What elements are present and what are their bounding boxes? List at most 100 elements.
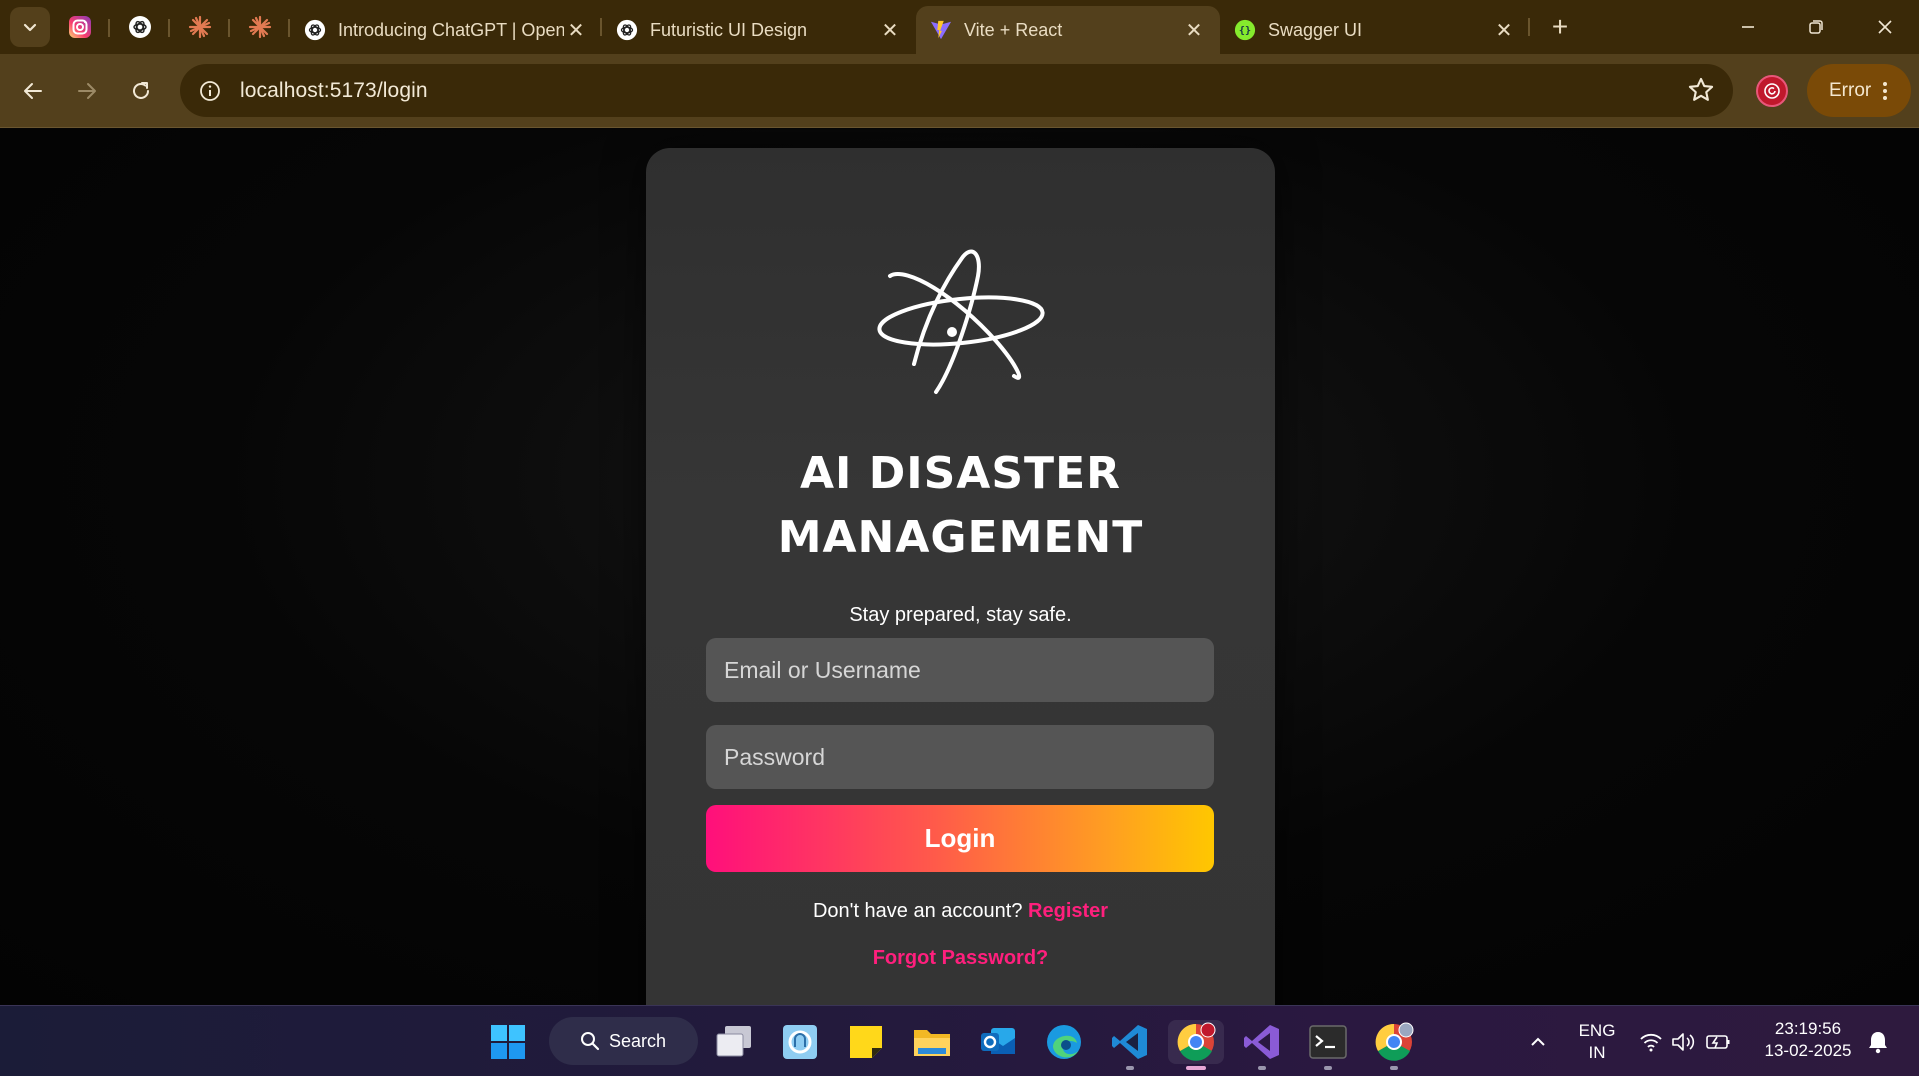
email-input[interactable] [706, 638, 1214, 702]
arrow-left-icon [24, 82, 42, 99]
plus-icon: + [1551, 11, 1569, 42]
openai-icon [616, 19, 638, 41]
minimize-icon [1742, 26, 1754, 28]
claude-icon [248, 15, 272, 39]
close-icon[interactable]: ✕ [1492, 18, 1516, 42]
tab-search-button[interactable] [10, 7, 50, 47]
quick-settings-button[interactable] [1630, 1020, 1740, 1064]
tab-title: Swagger UI [1268, 19, 1363, 40]
login-card: AI DISASTER MANAGEMENT Stay prepared, st… [646, 148, 1275, 1005]
taskbar-outlook[interactable] [976, 1020, 1020, 1064]
taskbar-vscode[interactable] [1108, 1020, 1152, 1070]
openai-icon [304, 19, 326, 41]
taskbar-file-explorer[interactable] [910, 1020, 954, 1064]
pinned-tab-chatgpt[interactable] [110, 7, 170, 47]
close-icon[interactable]: ✕ [564, 18, 588, 42]
taskbar-chrome[interactable] [1168, 1020, 1224, 1070]
tab-futuristic-ui-design[interactable]: Futuristic UI Design ✕ [602, 6, 916, 54]
tab-introducing-chatgpt[interactable]: Introducing ChatGPT | OpenAI ✕ [290, 6, 602, 54]
minimize-button[interactable] [1714, 0, 1782, 54]
taskbar-visual-studio[interactable] [1240, 1020, 1284, 1070]
site-info-button[interactable] [194, 75, 226, 107]
tab-vite-react[interactable]: Vite + React ✕ [916, 6, 1220, 54]
swagger-icon: {} [1234, 19, 1256, 41]
close-window-button[interactable] [1851, 0, 1919, 54]
clock-date: 13-02-2025 [1764, 1041, 1852, 1060]
browser-toolbar: localhost:5173/login Error [0, 54, 1919, 128]
close-icon [1878, 20, 1892, 34]
language-indicator[interactable]: ENG IN [1572, 1020, 1622, 1064]
taskbar-copilot-app[interactable] [778, 1020, 822, 1064]
register-prompt: Don't have an account? Register [646, 900, 1275, 923]
running-indicator [1186, 1066, 1206, 1070]
taskbar-search[interactable]: Search [549, 1017, 698, 1065]
region-code: IN [1588, 1043, 1606, 1062]
running-indicator [1390, 1066, 1398, 1070]
visual-studio-icon [1244, 1025, 1279, 1059]
tab-swagger-ui[interactable]: {} Swagger UI ✕ [1220, 6, 1530, 54]
running-indicator [1324, 1066, 1332, 1070]
register-prompt-text: Don't have an account? [812, 900, 1023, 922]
start-button[interactable] [486, 1020, 530, 1064]
vite-icon [930, 20, 952, 40]
terminal-icon [1309, 1025, 1347, 1059]
reload-icon [133, 81, 149, 99]
taskbar-terminal[interactable] [1306, 1020, 1350, 1070]
taskbar-edge[interactable] [1042, 1020, 1086, 1064]
running-indicator [1258, 1066, 1266, 1070]
taskbar-chrome-profile[interactable] [1372, 1020, 1416, 1070]
forgot-password-link[interactable]: Forgot Password? [646, 947, 1275, 970]
browser-tab-bar: Introducing ChatGPT | OpenAI ✕ Futuristi… [0, 0, 1919, 54]
notifications-button[interactable] [1858, 1020, 1898, 1064]
taskbar-sticky-notes[interactable] [844, 1020, 888, 1064]
app-title-line-2: MANAGEMENT [777, 512, 1144, 563]
restore-icon [1809, 20, 1823, 34]
edge-icon [1047, 1025, 1081, 1059]
profile-avatar[interactable] [1756, 75, 1788, 107]
error-menu-button[interactable]: Error [1807, 64, 1911, 117]
wifi-icon [1640, 1033, 1662, 1052]
clock-time: 23:19:56 [1774, 1019, 1842, 1038]
close-icon[interactable]: ✕ [878, 18, 902, 42]
show-hidden-icons-button[interactable] [1518, 1020, 1558, 1064]
avatar-icon [1764, 83, 1780, 99]
restore-button[interactable] [1782, 0, 1850, 54]
address-bar[interactable]: localhost:5173/login [180, 64, 1733, 117]
url-text[interactable]: localhost:5173/login [240, 79, 428, 103]
error-label: Error [1829, 79, 1872, 101]
more-vert-icon [1883, 81, 1888, 100]
tagline: Stay prepared, stay safe. [849, 604, 1072, 626]
register-link[interactable]: Register [1028, 900, 1108, 922]
pinned-tab-claude-1[interactable] [170, 7, 230, 47]
back-button[interactable] [11, 69, 55, 113]
clock[interactable]: 23:19:56 13-02-2025 [1754, 1018, 1862, 1062]
tab-title: Vite + React [964, 19, 1063, 40]
login-button[interactable]: Login [706, 805, 1214, 872]
search-label: Search [609, 1030, 667, 1051]
reload-button[interactable] [119, 69, 163, 113]
bookmark-star-icon[interactable] [1687, 76, 1715, 104]
pinned-tab-claude-2[interactable] [230, 7, 290, 47]
windows-logo-icon [491, 1025, 525, 1059]
task-view-icon [716, 1026, 751, 1057]
windows-taskbar: Search ENG IN 23:19:56 13-02-2025 [0, 1005, 1919, 1076]
bell-icon [1869, 1032, 1887, 1054]
tab-title: Futuristic UI Design [650, 19, 808, 40]
chrome-icon [1177, 1022, 1216, 1061]
close-icon[interactable]: ✕ [1182, 18, 1206, 42]
task-view-button[interactable] [712, 1020, 756, 1064]
language-code: ENG [1578, 1021, 1616, 1040]
page-viewport: AI DISASTER MANAGEMENT Stay prepared, st… [0, 129, 1919, 1005]
password-input[interactable] [706, 725, 1214, 789]
pinned-tab-instagram[interactable] [50, 7, 110, 47]
chevron-down-icon [23, 23, 37, 32]
forward-button[interactable] [65, 69, 109, 113]
info-icon [200, 80, 220, 101]
battery-icon [1706, 1035, 1730, 1049]
sticky-notes-icon [850, 1026, 882, 1058]
search-icon [581, 1032, 600, 1051]
new-tab-button[interactable]: + [1538, 7, 1582, 47]
tab-title: Introducing ChatGPT | OpenAI [338, 19, 564, 40]
running-indicator [1126, 1066, 1134, 1070]
atom-logo-icon [877, 249, 1045, 394]
